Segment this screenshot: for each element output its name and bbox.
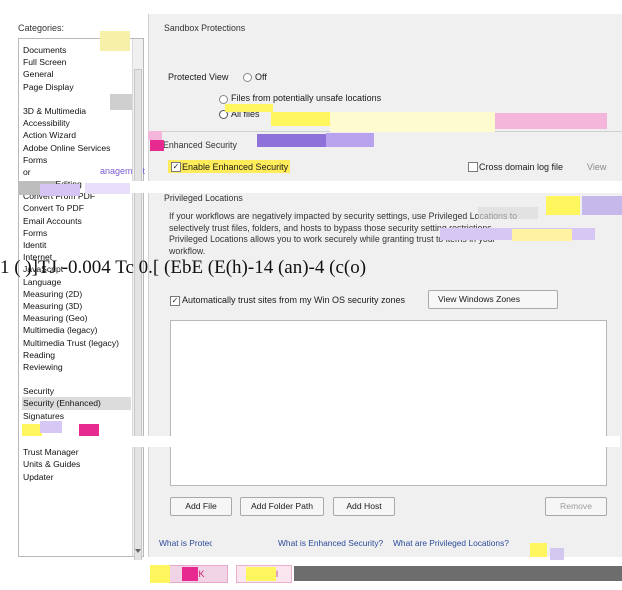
category-item[interactable]: Security xyxy=(22,385,131,397)
glitch-block xyxy=(225,104,273,112)
glitch-block xyxy=(512,229,572,241)
enable-enhanced-security-checkbox[interactable]: ✓ xyxy=(171,162,181,172)
glitch-block xyxy=(546,196,580,215)
category-item[interactable]: Adobe Online Services xyxy=(22,142,131,154)
glitch-block xyxy=(150,140,164,151)
enhanced-security-title: Enhanced Security xyxy=(163,140,237,150)
categories-scrollbar[interactable] xyxy=(132,39,143,589)
category-item[interactable]: Accessibility xyxy=(22,117,131,129)
what-are-privileged-locations-link[interactable]: What are Privileged Locations? xyxy=(393,538,509,548)
category-item-fragment[interactable]: Forms xyxy=(22,227,131,239)
cross-domain-log-label: Cross domain log file xyxy=(479,162,564,172)
category-item-fragment[interactable]: Forms xyxy=(22,154,131,166)
protected-view-off-radio[interactable] xyxy=(243,73,252,82)
category-item[interactable]: Measuring (Geo) xyxy=(22,312,131,324)
glitch-block xyxy=(326,133,374,147)
auto-trust-zones-checkbox[interactable]: ✓ xyxy=(170,296,180,306)
glitch-block xyxy=(150,565,170,583)
category-item[interactable]: Trust Manager xyxy=(22,446,131,458)
glitch-block xyxy=(40,421,62,433)
category-item[interactable]: Action Wizard xyxy=(22,129,131,141)
glitch-block xyxy=(550,548,564,560)
add-file-button[interactable]: Add File xyxy=(170,497,232,516)
glitch-block xyxy=(530,543,547,557)
category-item[interactable]: Security (Enhanced) xyxy=(22,397,131,410)
remove-button[interactable]: Remove xyxy=(545,497,607,516)
ok-button[interactable]: OK xyxy=(168,565,228,583)
category-item[interactable]: Units & Guides xyxy=(22,458,131,470)
glitch-block xyxy=(20,436,620,447)
glitch-block xyxy=(110,94,132,110)
privileged-locations-title: Privileged Locations xyxy=(164,193,243,203)
glitch-block xyxy=(22,424,42,436)
privileged-locations-list[interactable] xyxy=(170,320,607,486)
category-item[interactable]: Email Accounts xyxy=(22,215,131,227)
category-item[interactable]: Reviewing xyxy=(22,361,131,373)
glitch-block xyxy=(100,31,130,51)
description-line: workflow. xyxy=(169,245,206,256)
scroll-down-arrow-icon[interactable] xyxy=(135,549,141,553)
glitch-block xyxy=(212,540,272,554)
category-item[interactable]: General xyxy=(22,68,131,80)
glitch-block xyxy=(246,567,276,581)
protected-view-unsafe-radio[interactable] xyxy=(219,95,228,104)
what-is-enhanced-security-link[interactable]: What is Enhanced Security? xyxy=(278,538,383,548)
category-item-fragment[interactable]: Identit xyxy=(22,239,131,251)
category-item[interactable]: Convert To PDF xyxy=(22,202,131,214)
category-item[interactable]: Measuring (2D) xyxy=(22,288,131,300)
categories-list[interactable]: Documents Full Screen General Page Display 3… xyxy=(18,38,145,589)
glitch-block xyxy=(271,112,331,126)
glitch-block xyxy=(148,131,162,140)
glitch-block xyxy=(182,567,198,581)
category-item[interactable] xyxy=(22,373,131,385)
sandbox-protections-title: Sandbox Protections xyxy=(164,23,246,33)
categories-label: Categories: xyxy=(18,23,65,33)
add-folder-path-button[interactable]: Add Folder Path xyxy=(240,497,324,516)
glitch-block xyxy=(85,183,130,194)
cross-domain-log-checkbox[interactable] xyxy=(468,162,478,172)
category-item[interactable]: Page Display xyxy=(22,81,131,93)
category-item[interactable]: Updater xyxy=(22,471,131,483)
protected-view-unsafe-label: Files from potentially unsafe locations xyxy=(231,93,382,103)
category-item[interactable]: Measuring (3D) xyxy=(22,300,131,312)
bottom-dark-strip xyxy=(294,566,622,581)
overlay-artifact-text: 1 ( )]TJ -0.004 Tc 0.[ (EbE (E(h)-14 (an… xyxy=(0,257,367,278)
categories-scroll-thumb[interactable] xyxy=(134,69,142,589)
category-item[interactable]: Full Screen xyxy=(22,56,131,68)
glitch-block xyxy=(130,181,622,193)
glitch-block xyxy=(257,134,327,147)
glitch-block xyxy=(582,196,622,215)
enable-enhanced-security-label: Enable Enhanced Security xyxy=(182,162,289,172)
auto-trust-zones-label: Automatically trust sites from my Win OS… xyxy=(182,295,406,305)
category-item[interactable]: Multimedia (legacy) xyxy=(22,324,131,336)
protected-view-off-label: Off xyxy=(255,72,267,82)
cross-domain-view-link[interactable]: View xyxy=(587,162,606,172)
category-item[interactable]: Reading xyxy=(22,349,131,361)
add-host-button[interactable]: Add Host xyxy=(333,497,395,516)
glitch-block xyxy=(330,112,495,132)
view-windows-zones-button[interactable]: View Windows Zones xyxy=(428,290,558,309)
protected-view-label: Protected View xyxy=(168,72,229,82)
glitch-block xyxy=(495,113,607,129)
glitch-block xyxy=(478,207,538,219)
glitch-block xyxy=(40,184,80,196)
category-item[interactable]: Signatures xyxy=(22,410,131,422)
category-item[interactable]: Multimedia Trust (legacy) xyxy=(22,337,131,349)
